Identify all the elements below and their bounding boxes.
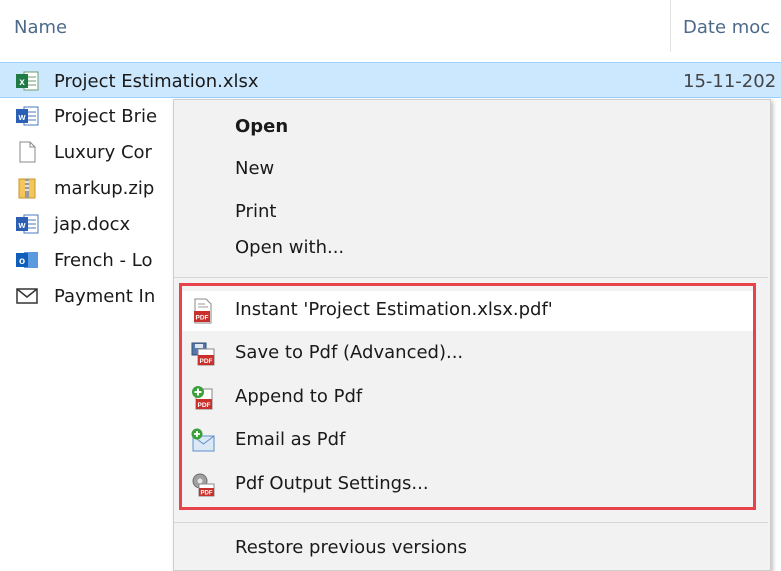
menu-item-print[interactable]: Print xyxy=(174,193,768,233)
menu-item-restore-previous-versions[interactable]: Restore previous versions xyxy=(174,529,768,569)
blank-file-icon xyxy=(19,141,36,163)
column-divider[interactable] xyxy=(670,0,671,52)
file-row[interactable]: x Project Estimation.xlsx 15-11-202 xyxy=(0,62,781,98)
menu-item-open-with[interactable]: Open with... xyxy=(174,229,768,269)
menu-item-label: Print xyxy=(235,201,277,222)
mail-envelope-icon xyxy=(16,288,38,304)
svg-text:x: x xyxy=(19,77,25,88)
svg-text:w: w xyxy=(17,112,26,122)
column-date-header[interactable]: Date moc xyxy=(683,17,770,38)
menu-item-new[interactable]: New xyxy=(174,150,768,190)
column-name-header[interactable]: Name xyxy=(14,17,67,38)
menu-separator xyxy=(174,522,768,523)
word-file-icon: w xyxy=(16,214,39,234)
context-menu: Open New Print Open with... PDF Instant … xyxy=(173,99,771,571)
excel-file-icon: x xyxy=(16,71,39,91)
file-name[interactable]: Luxury Cor xyxy=(54,142,152,163)
highlight-box xyxy=(179,283,756,510)
menu-item-label: Restore previous versions xyxy=(235,537,468,558)
menu-item-open[interactable]: Open xyxy=(174,108,768,148)
zip-folder-icon xyxy=(18,178,36,199)
menu-item-label: New xyxy=(235,158,275,179)
menu-separator xyxy=(174,277,768,278)
file-name[interactable]: Project Estimation.xlsx xyxy=(54,71,259,92)
file-name[interactable]: Payment In xyxy=(54,286,155,307)
svg-text:w: w xyxy=(17,220,26,230)
file-name[interactable]: Project Brie xyxy=(54,106,157,127)
outlook-file-icon: o xyxy=(16,252,38,268)
file-name[interactable]: French - Lo xyxy=(54,250,153,271)
column-header: Name Date moc xyxy=(0,0,781,56)
file-date: 15-11-202 xyxy=(683,71,777,92)
word-file-icon: w xyxy=(16,106,39,126)
menu-item-label: Open with... xyxy=(235,237,345,258)
file-name[interactable]: markup.zip xyxy=(54,178,154,199)
file-name[interactable]: jap.docx xyxy=(54,214,130,235)
menu-item-label: Open xyxy=(235,116,289,137)
svg-text:o: o xyxy=(19,256,25,267)
